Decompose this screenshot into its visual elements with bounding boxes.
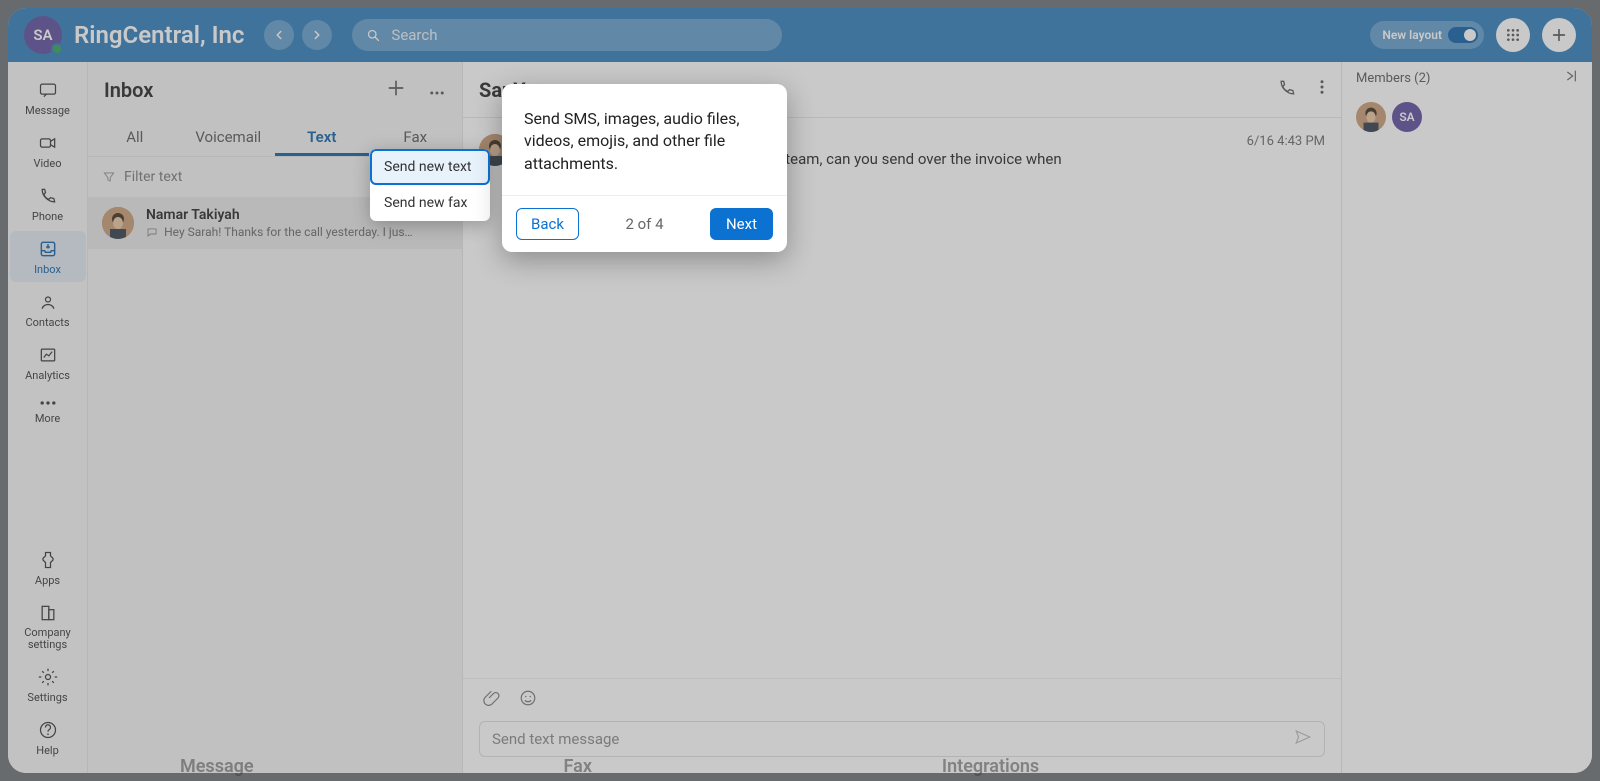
inbox-more-button[interactable]: [428, 81, 446, 100]
toggle-switch[interactable]: [1448, 27, 1478, 43]
tour-popover: Send SMS, images, audio files, videos, e…: [502, 84, 787, 252]
nav-message[interactable]: Message: [10, 72, 86, 123]
new-layout-toggle[interactable]: New layout: [1370, 21, 1484, 49]
user-avatar[interactable]: SA: [24, 16, 62, 54]
chat-bubble-icon: [146, 226, 158, 239]
nav-analytics[interactable]: Analytics: [10, 337, 86, 388]
member-avatar[interactable]: [1356, 102, 1386, 132]
chevron-right-icon: [310, 28, 324, 42]
app-title: RingCentral, Inc: [74, 21, 244, 49]
nav-video[interactable]: Video: [10, 125, 86, 176]
gear-icon: [38, 667, 58, 687]
avatar-initials: SA: [33, 26, 52, 44]
collapse-right-icon: [1562, 68, 1578, 84]
nav-rail: Message Video Phone Inbox Contacts Analy…: [8, 62, 88, 773]
emoji-button[interactable]: [519, 689, 537, 711]
avatar: [102, 207, 134, 239]
nav-apps[interactable]: Apps: [10, 542, 86, 593]
phone-icon: [1277, 78, 1297, 98]
phone-icon: [38, 186, 58, 206]
more-vertical-icon: [1319, 78, 1325, 96]
tour-body: Send SMS, images, audio files, videos, e…: [502, 84, 787, 195]
chat-more-button[interactable]: [1319, 78, 1325, 102]
members-title: Members (2): [1356, 71, 1430, 86]
message-icon: [37, 80, 59, 100]
plus-icon: [386, 78, 406, 98]
search-placeholder: Search: [391, 26, 437, 44]
emoji-icon: [519, 689, 537, 707]
compose-dropdown: Send new text Send new fax: [370, 149, 490, 221]
analytics-icon: [38, 345, 58, 365]
nav-company-settings[interactable]: Company settings: [10, 595, 86, 657]
bottom-page-labels: Message Fax Integrations: [0, 756, 1600, 777]
tab-voicemail[interactable]: Voicemail: [182, 118, 276, 156]
nav-more[interactable]: More: [10, 390, 86, 431]
new-layout-label: New layout: [1382, 28, 1442, 42]
chevron-left-icon: [272, 28, 286, 42]
inbox-title: Inbox: [104, 78, 386, 102]
conversation-preview: Hey Sarah! Thanks for the call yesterday…: [164, 225, 413, 239]
new-compose-button[interactable]: [386, 78, 406, 102]
nav-back-button[interactable]: [264, 20, 294, 50]
nav-phone[interactable]: Phone: [10, 178, 86, 229]
compose-placeholder: Send text message: [492, 730, 1294, 748]
contacts-icon: [38, 292, 58, 312]
apps-icon: [38, 550, 58, 570]
add-button[interactable]: [1542, 18, 1576, 52]
nav-settings[interactable]: Settings: [10, 659, 86, 710]
attach-button[interactable]: [483, 689, 501, 711]
tab-text[interactable]: Text: [275, 118, 369, 156]
building-icon: [38, 603, 58, 623]
app-header: SA RingCentral, Inc Search New layout: [8, 8, 1592, 62]
nav-contacts[interactable]: Contacts: [10, 284, 86, 335]
paperclip-icon: [483, 689, 501, 707]
video-icon: [37, 133, 59, 153]
compose-input[interactable]: Send text message: [479, 721, 1325, 757]
tour-step: 2 of 4: [589, 215, 700, 233]
members-panel: Members (2) SA: [1342, 62, 1592, 773]
search-icon: [366, 28, 381, 43]
nav-inbox[interactable]: Inbox: [10, 231, 86, 282]
inbox-icon: [38, 239, 58, 259]
member-avatar[interactable]: SA: [1392, 102, 1422, 132]
nav-forward-button[interactable]: [302, 20, 332, 50]
dialpad-button[interactable]: [1496, 18, 1530, 52]
call-button[interactable]: [1277, 78, 1297, 102]
more-icon: [38, 398, 58, 408]
dialpad-icon: [1505, 27, 1521, 43]
more-horizontal-icon: [428, 90, 446, 96]
search-input[interactable]: Search: [352, 19, 782, 51]
message-time: 6/16 4:43 PM: [1247, 134, 1325, 149]
tour-next-button[interactable]: Next: [710, 208, 773, 240]
send-new-text-option[interactable]: Send new text: [370, 149, 490, 185]
send-button[interactable]: [1294, 728, 1312, 750]
send-icon: [1294, 728, 1312, 746]
collapse-panel-button[interactable]: [1562, 68, 1578, 88]
send-new-fax-option[interactable]: Send new fax: [370, 185, 490, 221]
tour-back-button[interactable]: Back: [516, 208, 579, 240]
help-icon: [38, 720, 58, 740]
presence-indicator: [51, 43, 63, 55]
plus-icon: [1551, 27, 1567, 43]
filter-icon: [102, 170, 116, 184]
tab-all[interactable]: All: [88, 118, 182, 156]
